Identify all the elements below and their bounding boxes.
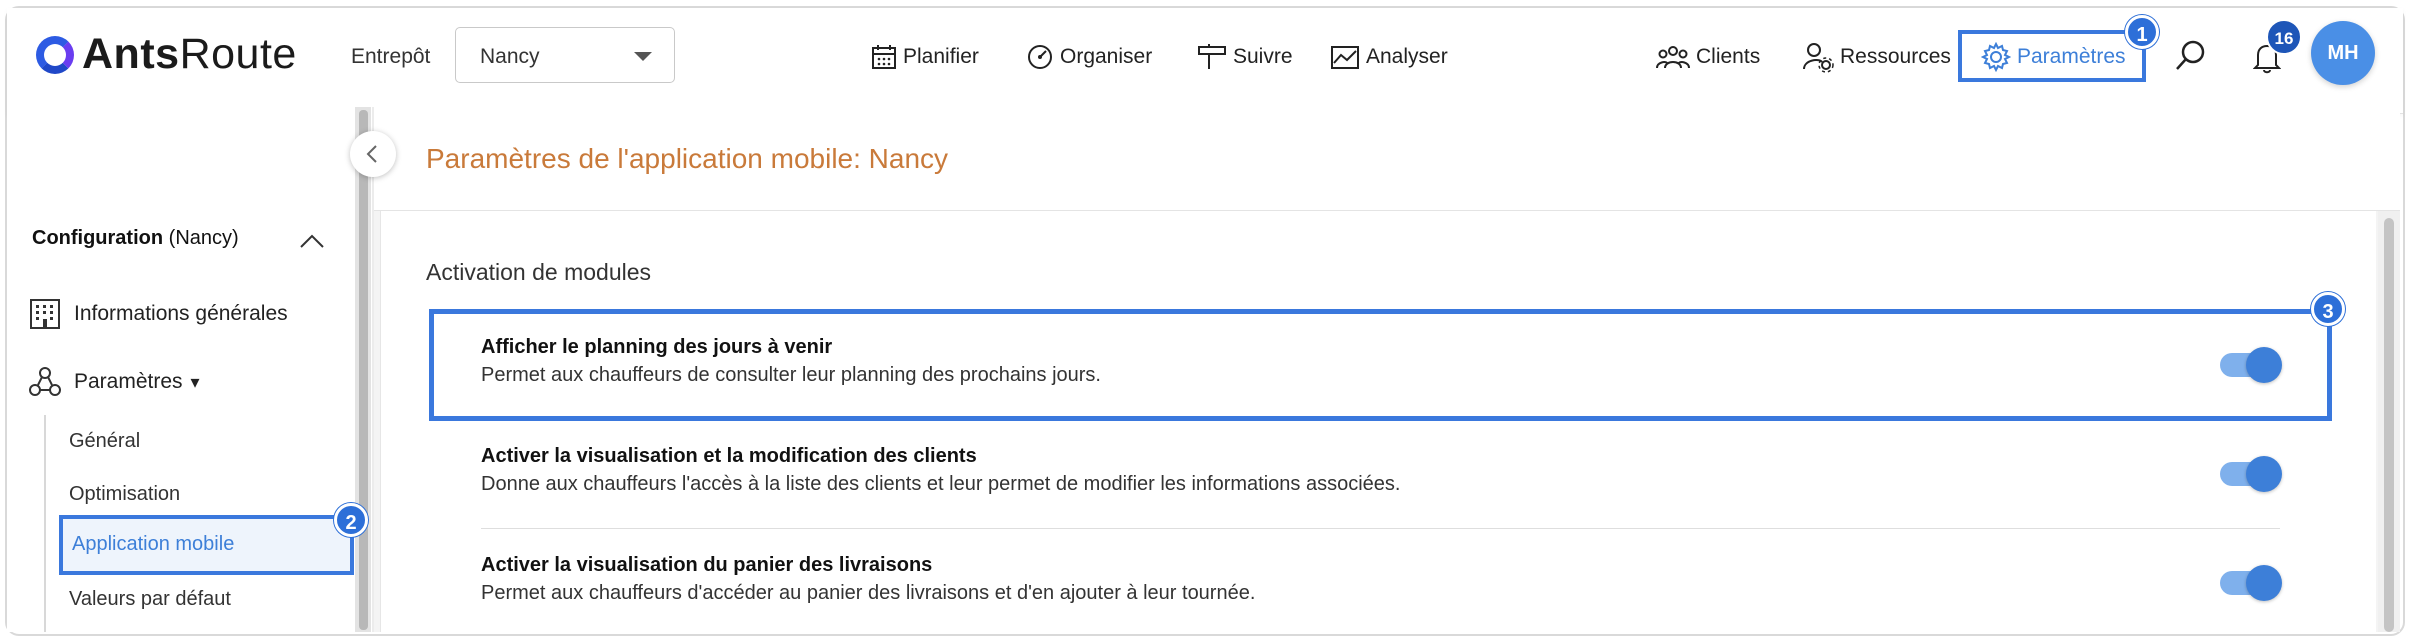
config-title: Configuration (Nancy)	[32, 227, 239, 250]
config-title-bold: Configuration	[32, 227, 164, 249]
callout-3: 3	[2311, 292, 2345, 326]
nav-parametres-label: Paramètres	[2017, 45, 2126, 68]
nav-ressources[interactable]: Ressources	[1802, 42, 1951, 73]
module-description: Permet aux chauffeurs d'accéder au panie…	[481, 582, 1256, 604]
chevron-up-icon[interactable]	[298, 232, 326, 250]
user-gear-icon	[1803, 43, 1834, 73]
sidebar-subitem-general[interactable]: Général	[69, 430, 140, 453]
signpost-icon	[1198, 44, 1226, 69]
module-title: Activer la visualisation du panier des l…	[481, 554, 933, 576]
toggle-knob	[2246, 456, 2282, 492]
sidebar-item-label: Informations générales	[74, 302, 288, 325]
settings-nodes-icon	[29, 367, 61, 396]
nav-organiser-label: Organiser	[1060, 45, 1153, 68]
nav-suivre[interactable]: Suivre	[1197, 42, 1293, 72]
chart-icon	[1331, 46, 1359, 69]
users-icon	[1656, 46, 1690, 69]
search-button[interactable]	[2174, 40, 2214, 70]
module-highlight	[429, 309, 2332, 421]
sidebar-subitem-application-mobile[interactable]: Application mobile	[59, 515, 354, 575]
notification-count-badge: 16	[2266, 19, 2302, 55]
nav-clients[interactable]: Clients	[1656, 42, 1760, 72]
avatar[interactable]: MH	[2311, 21, 2375, 85]
toggle-knob	[2246, 565, 2282, 601]
sidebar-item-parametres[interactable]: Paramètres ▾	[28, 365, 200, 399]
module-row: Activer la visualisation du panier des l…	[430, 529, 2330, 637]
section-title: Activation de modules	[426, 259, 652, 285]
module-toggle[interactable]	[2220, 456, 2282, 492]
sidebar-item-label: Paramètres	[74, 370, 183, 393]
nav-parametres[interactable]: Paramètres	[1981, 42, 2126, 72]
caret-down-icon	[634, 52, 652, 61]
sidebar-item-informations[interactable]: Informations générales	[28, 297, 288, 331]
calendar-icon	[872, 45, 896, 69]
nav-planifier-label: Planifier	[903, 45, 979, 68]
nav-organiser[interactable]: Organiser	[1026, 42, 1152, 72]
sidebar-subitem-optimisation[interactable]: Optimisation	[69, 483, 180, 506]
gear-icon	[1981, 42, 2011, 72]
logo[interactable]: AntsRoute	[36, 30, 297, 79]
collapse-sidebar-button[interactable]	[350, 131, 396, 177]
module-toggle[interactable]	[2220, 565, 2282, 601]
module-description: Donne aux chauffeurs l'accès à la liste …	[481, 473, 1401, 495]
building-icon	[30, 299, 60, 329]
sidebar-scrollbar-thumb[interactable]	[359, 110, 368, 630]
logo-mark-icon	[36, 35, 74, 74]
callout-1: 1	[2125, 15, 2159, 49]
sidebar-subitem-valeurs[interactable]: Valeurs par défaut	[69, 588, 231, 611]
main-scrollbar-thumb[interactable]	[2384, 218, 2394, 632]
page-title: Paramètres de l'application mobile: Nanc…	[426, 143, 949, 174]
callout-2: 2	[334, 503, 368, 537]
nav-analyser-label: Analyser	[1366, 45, 1448, 68]
sidebar-subitem-label: Application mobile	[72, 533, 235, 555]
warehouse-select[interactable]: Nancy	[455, 27, 675, 83]
nav-clients-label: Clients	[1696, 45, 1761, 68]
logo-text: AntsRoute	[82, 30, 297, 78]
nav-planifier[interactable]: Planifier	[871, 42, 979, 72]
nav-ressources-label: Ressources	[1840, 45, 1951, 68]
nav-analyser[interactable]: Analyser	[1330, 42, 1448, 72]
search-icon	[2176, 40, 2205, 70]
config-title-warehouse: (Nancy)	[168, 227, 239, 249]
warehouse-select-value: Nancy	[480, 45, 540, 68]
tree-line	[44, 415, 46, 632]
gauge-icon	[1028, 45, 1052, 69]
warehouse-label: Entrepôt	[351, 45, 431, 68]
module-row: Activer la visualisation et la modificat…	[430, 420, 2330, 528]
nav-suivre-label: Suivre	[1233, 45, 1293, 68]
expand-caret-icon: ▾	[190, 371, 200, 392]
module-title: Activer la visualisation et la modificat…	[481, 445, 977, 467]
chevron-left-icon	[366, 145, 377, 163]
